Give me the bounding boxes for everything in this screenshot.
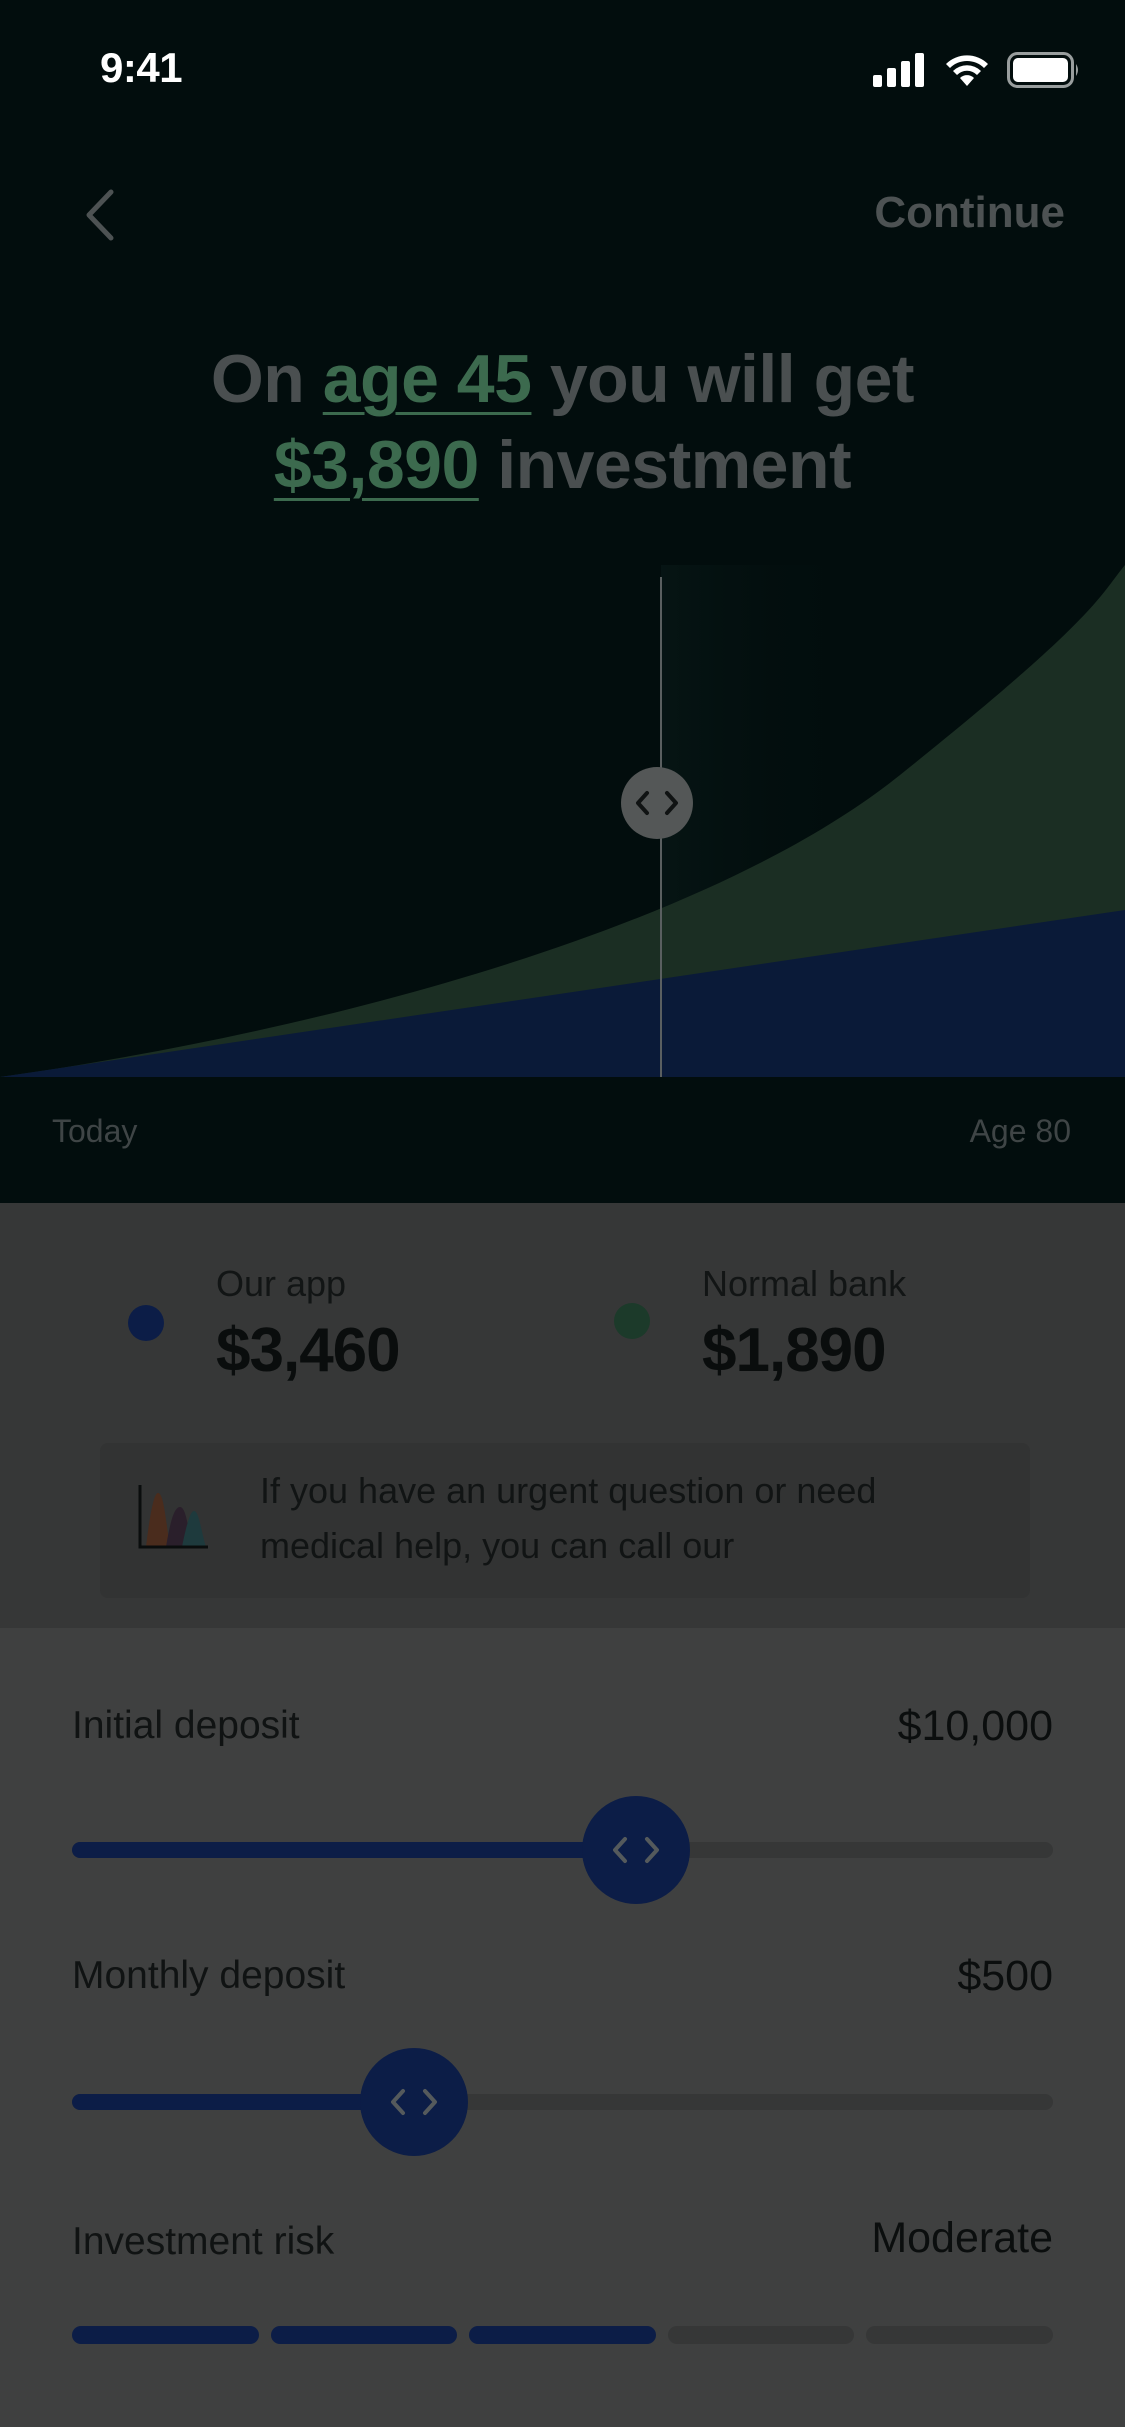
code-arrows-icon xyxy=(391,2089,437,2115)
risk-level-1[interactable] xyxy=(72,2326,259,2344)
signal-icon xyxy=(873,53,924,87)
initial-deposit-label: Initial deposit xyxy=(72,1704,300,1747)
investment-risk-selector[interactable] xyxy=(72,2326,1053,2346)
investment-risk-value: Moderate xyxy=(871,2214,1053,2262)
info-card[interactable]: If you have an urgent question or need m… xyxy=(100,1443,1030,1598)
headline-text-1: On xyxy=(210,341,323,417)
battery-icon xyxy=(1007,52,1078,88)
amount-link[interactable]: $3,890 xyxy=(274,427,479,503)
risk-level-2[interactable] xyxy=(270,2326,458,2344)
headline-text-3: investment xyxy=(478,427,852,503)
projection-hero: 9:41 Continue On age 45 you will get $3,… xyxy=(0,0,1125,1203)
legend-value-normal-bank: $1,890 xyxy=(702,1316,887,1385)
wifi-icon xyxy=(946,55,988,86)
headline-text-2: you will get xyxy=(531,341,915,417)
monthly-deposit-value: $500 xyxy=(957,1952,1053,2000)
legend-dot-normal-bank xyxy=(614,1303,650,1339)
controls-section: Initial deposit $10,000 Monthly deposit … xyxy=(0,1628,1125,2427)
investment-risk-label: Investment risk xyxy=(72,2220,335,2263)
status-time: 9:41 xyxy=(100,44,183,91)
growth-chart xyxy=(0,565,1125,1077)
age-link[interactable]: age 45 xyxy=(323,341,532,417)
info-card-text: If you have an urgent question or need m… xyxy=(260,1470,877,1566)
chevron-left-icon xyxy=(86,189,114,241)
risk-level-3[interactable] xyxy=(469,2326,656,2344)
status-bar: 9:41 xyxy=(0,0,1125,140)
chart-illustration-icon xyxy=(138,1485,208,1549)
continue-button[interactable]: Continue xyxy=(874,188,1065,238)
initial-deposit-slider-fill xyxy=(72,1842,636,1858)
monthly-deposit-label: Monthly deposit xyxy=(72,1954,346,1997)
legend-label-our-app: Our app xyxy=(216,1263,347,1304)
risk-level-4[interactable] xyxy=(667,2326,855,2344)
initial-deposit-slider-thumb[interactable] xyxy=(582,1796,690,1904)
legend-value-our-app: $3,460 xyxy=(216,1316,401,1385)
back-button[interactable] xyxy=(70,180,130,250)
code-arrows-icon xyxy=(613,1837,659,1863)
legend-label-normal-bank: Normal bank xyxy=(702,1263,907,1304)
chart-start-label: Today xyxy=(52,1113,138,1149)
summary-section: Our app $3,460 Normal bank $1,890 If you… xyxy=(0,1203,1125,1628)
legend-dot-our-app xyxy=(128,1305,164,1341)
status-icons xyxy=(873,52,1081,88)
monthly-deposit-slider-thumb[interactable] xyxy=(360,2048,468,2156)
initial-deposit-value: $10,000 xyxy=(897,1702,1053,1750)
risk-level-5[interactable] xyxy=(866,2326,1053,2344)
initial-deposit-slider[interactable] xyxy=(72,1796,1053,1904)
projection-headline: On age 45 you will get $3,890 investment xyxy=(0,336,1125,508)
monthly-deposit-slider[interactable] xyxy=(72,2048,1053,2156)
chart-handle[interactable] xyxy=(621,767,693,839)
chart-end-label: Age 80 xyxy=(969,1113,1071,1149)
